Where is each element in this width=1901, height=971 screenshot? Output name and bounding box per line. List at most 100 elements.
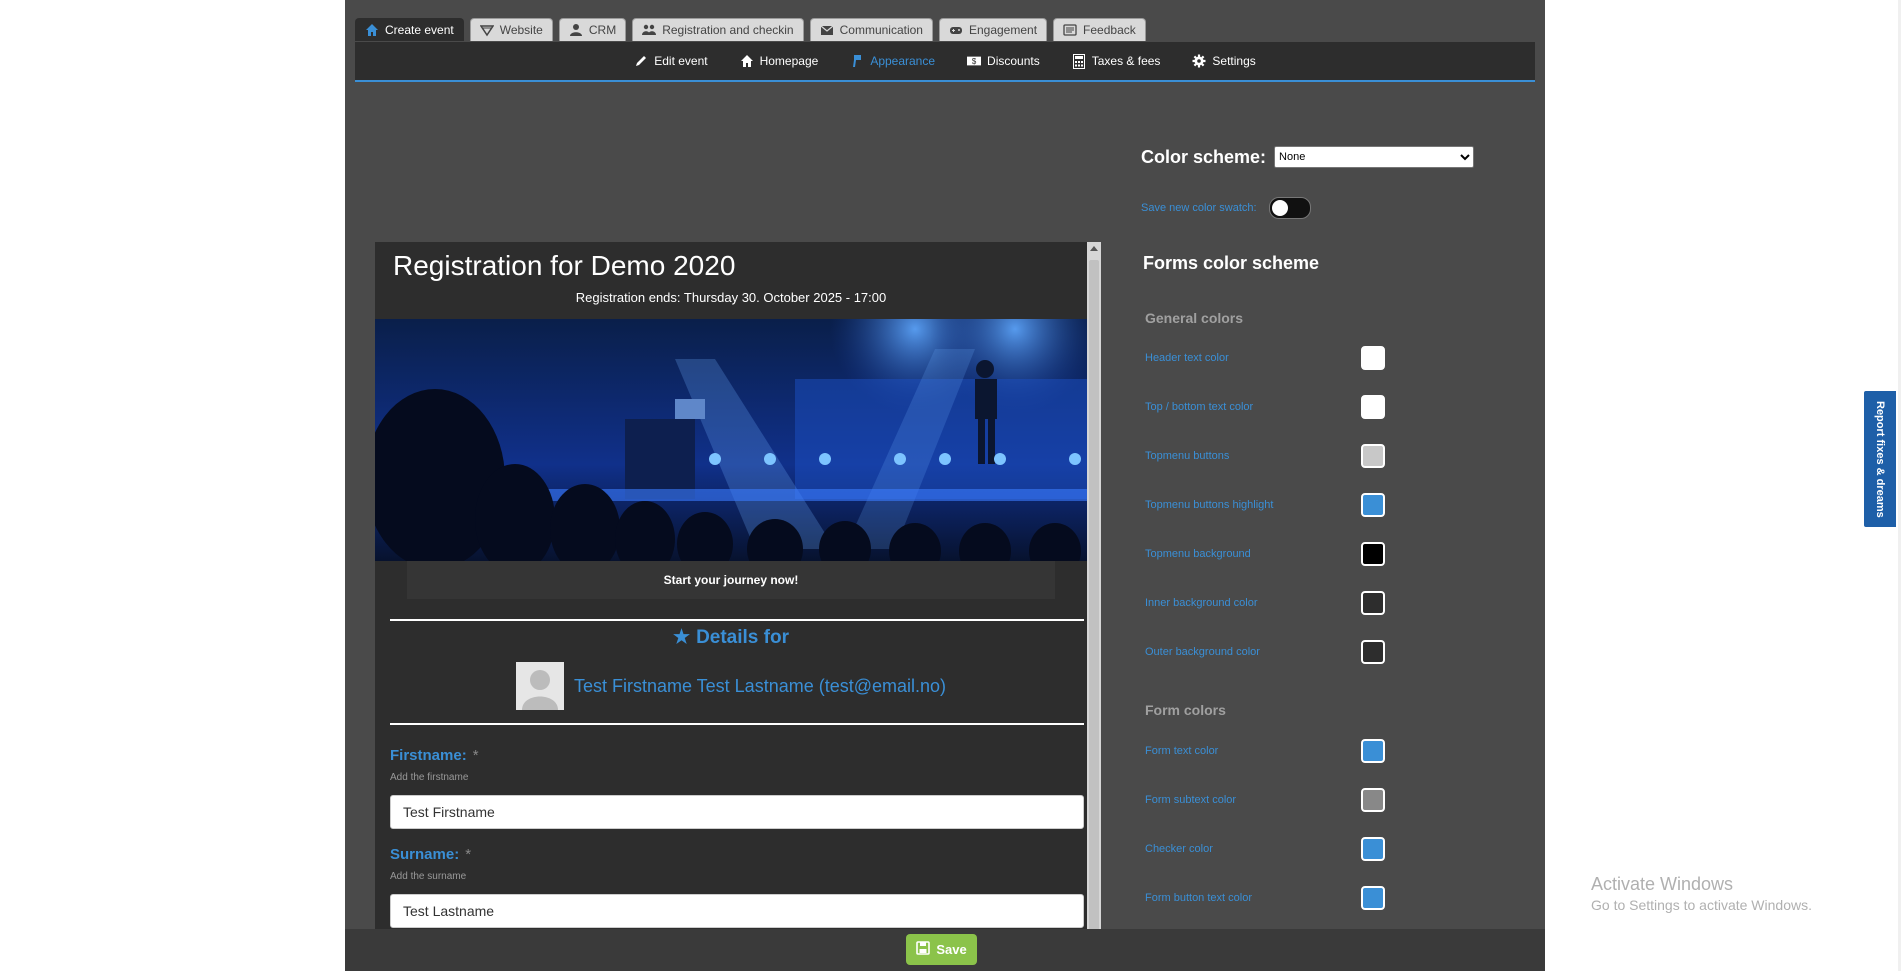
subnav-label: Appearance xyxy=(870,54,936,68)
subnav-settings[interactable]: Settings xyxy=(1192,54,1256,68)
color-picker-swatch[interactable] xyxy=(1361,395,1385,419)
color-picker-swatch[interactable] xyxy=(1361,837,1385,861)
tab-crm[interactable]: CRM xyxy=(558,18,627,41)
money-icon: $ xyxy=(967,54,982,68)
tab-website[interactable]: Website xyxy=(469,18,553,41)
color-scheme-row: Color scheme: None xyxy=(1141,146,1475,168)
color-picker-swatch[interactable] xyxy=(1361,542,1385,566)
brush-icon xyxy=(850,54,864,68)
color-row-label: Topmenu buttons highlight xyxy=(1145,499,1274,511)
tab-engagement[interactable]: Engagement xyxy=(938,18,1048,41)
divider xyxy=(390,723,1084,725)
feedback-icon xyxy=(1063,23,1077,37)
subnav-label: Homepage xyxy=(759,54,819,68)
tab-create-event[interactable]: Create event xyxy=(355,18,464,41)
surname-label: Surname: * xyxy=(390,846,472,863)
color-row-label: Outer background color xyxy=(1145,646,1260,658)
tab-feedback[interactable]: Feedback xyxy=(1053,18,1146,41)
subnav-appearance[interactable]: Appearance xyxy=(850,54,935,68)
tab-label: Create event xyxy=(385,23,454,37)
tab-communication[interactable]: Communication xyxy=(809,18,933,41)
app-window: Create event Website CRM Registration an… xyxy=(345,0,1545,971)
star-icon: ★ xyxy=(673,627,691,648)
color-scheme-select[interactable]: None xyxy=(1274,146,1475,168)
save-swatch-toggle[interactable] xyxy=(1268,197,1311,219)
color-picker-swatch[interactable] xyxy=(1361,886,1385,910)
firstname-label: Firstname: * xyxy=(390,747,479,764)
color-picker-swatch[interactable] xyxy=(1361,591,1385,615)
tab-registration-checkin[interactable]: Registration and checkin xyxy=(632,18,804,41)
registration-title: Registration for Demo 2020 xyxy=(393,250,736,281)
firstname-input[interactable] xyxy=(390,795,1084,829)
subnav-discounts[interactable]: $ Discounts xyxy=(967,54,1040,68)
subnav-label: Discounts xyxy=(987,54,1040,68)
color-row-label: Header text color xyxy=(1145,352,1229,364)
scroll-up-icon[interactable] xyxy=(1090,246,1098,251)
color-picker-swatch[interactable] xyxy=(1361,640,1385,664)
windows-notice-title: Activate Windows xyxy=(1591,874,1734,894)
color-row: Form subtext color xyxy=(1145,785,1385,815)
save-icon xyxy=(916,941,931,958)
preview-scrollbar[interactable] xyxy=(1087,242,1101,930)
color-row-label: Inner background color xyxy=(1145,597,1258,609)
avatar xyxy=(515,662,564,710)
surname-input[interactable] xyxy=(390,894,1084,928)
color-row: Topmenu buttons highlight xyxy=(1145,490,1385,520)
divider xyxy=(390,619,1084,621)
gamepad-icon xyxy=(949,23,963,37)
report-fixes-tab[interactable]: Report fixes & dreams xyxy=(1862,389,1898,529)
website-icon xyxy=(479,23,494,37)
color-row-label: Form text color xyxy=(1145,745,1219,757)
details-label: Details for xyxy=(696,626,789,648)
forms-color-scheme-title: Forms color scheme xyxy=(1143,253,1320,273)
subnav-label: Taxes & fees xyxy=(1091,54,1161,68)
form-colors-title: Form colors xyxy=(1145,702,1226,718)
pencil-icon xyxy=(634,54,648,68)
user-icon xyxy=(569,23,583,37)
color-scheme-label: Color scheme: xyxy=(1141,146,1267,167)
color-row-label: Topmenu buttons xyxy=(1145,450,1230,462)
firstname-hint: Add the firstname xyxy=(390,772,469,783)
surname-hint: Add the surname xyxy=(390,871,467,882)
scroll-thumb[interactable] xyxy=(1089,260,1099,930)
subnav-homepage[interactable]: Homepage xyxy=(740,54,819,68)
save-swatch-row: Save new color swatch: xyxy=(1141,197,1311,219)
color-row: Topmenu buttons xyxy=(1145,441,1385,471)
event-banner-image xyxy=(375,319,1087,561)
calculator-icon xyxy=(1072,53,1086,69)
person-row: Test Firstname Test Lastname (test@email… xyxy=(375,662,1087,710)
color-row: Form text color xyxy=(1145,736,1385,766)
color-row-label: Form subtext color xyxy=(1145,794,1237,806)
color-row: Form button text color xyxy=(1145,883,1385,913)
tab-label: CRM xyxy=(588,23,617,37)
color-row: Inner background color xyxy=(1145,588,1385,618)
registration-preview: Registration for Demo 2020 Registration … xyxy=(375,242,1101,930)
color-row: Header text color xyxy=(1145,343,1385,373)
color-picker-swatch[interactable] xyxy=(1361,493,1385,517)
users-icon xyxy=(642,23,657,37)
color-row: Top / bottom text color xyxy=(1145,392,1385,422)
subnav-taxes-fees[interactable]: Taxes & fees xyxy=(1072,53,1161,69)
tab-label: Registration and checkin xyxy=(662,23,794,37)
color-picker-swatch[interactable] xyxy=(1361,444,1385,468)
save-swatch-label: Save new color swatch: xyxy=(1141,202,1257,214)
journey-banner: Start your journey now! xyxy=(407,561,1055,599)
color-picker-swatch[interactable] xyxy=(1361,346,1385,370)
subnav-label: Edit event xyxy=(654,54,708,68)
windows-activation-notice: Activate Windows Go to Settings to activ… xyxy=(1591,874,1812,913)
color-picker-swatch[interactable] xyxy=(1361,788,1385,812)
color-row: Outer background color xyxy=(1145,637,1385,667)
general-colors-title: General colors xyxy=(1145,310,1244,326)
home-icon xyxy=(365,23,379,37)
color-picker-swatch[interactable] xyxy=(1361,739,1385,763)
subnav-edit-event[interactable]: Edit event xyxy=(634,54,708,68)
svg-text:$: $ xyxy=(972,57,977,66)
save-label: Save xyxy=(936,942,967,957)
color-row-label: Checker color xyxy=(1145,843,1213,855)
save-button[interactable]: Save xyxy=(906,934,977,965)
sub-navigation: Edit event Homepage Appearance $ Discoun… xyxy=(355,42,1535,82)
color-row: Topmenu background xyxy=(1145,539,1385,569)
windows-notice-subtitle: Go to Settings to activate Windows. xyxy=(1591,897,1812,913)
home-icon xyxy=(740,54,754,68)
person-name: Test Firstname Test Lastname (test@email… xyxy=(573,675,947,696)
